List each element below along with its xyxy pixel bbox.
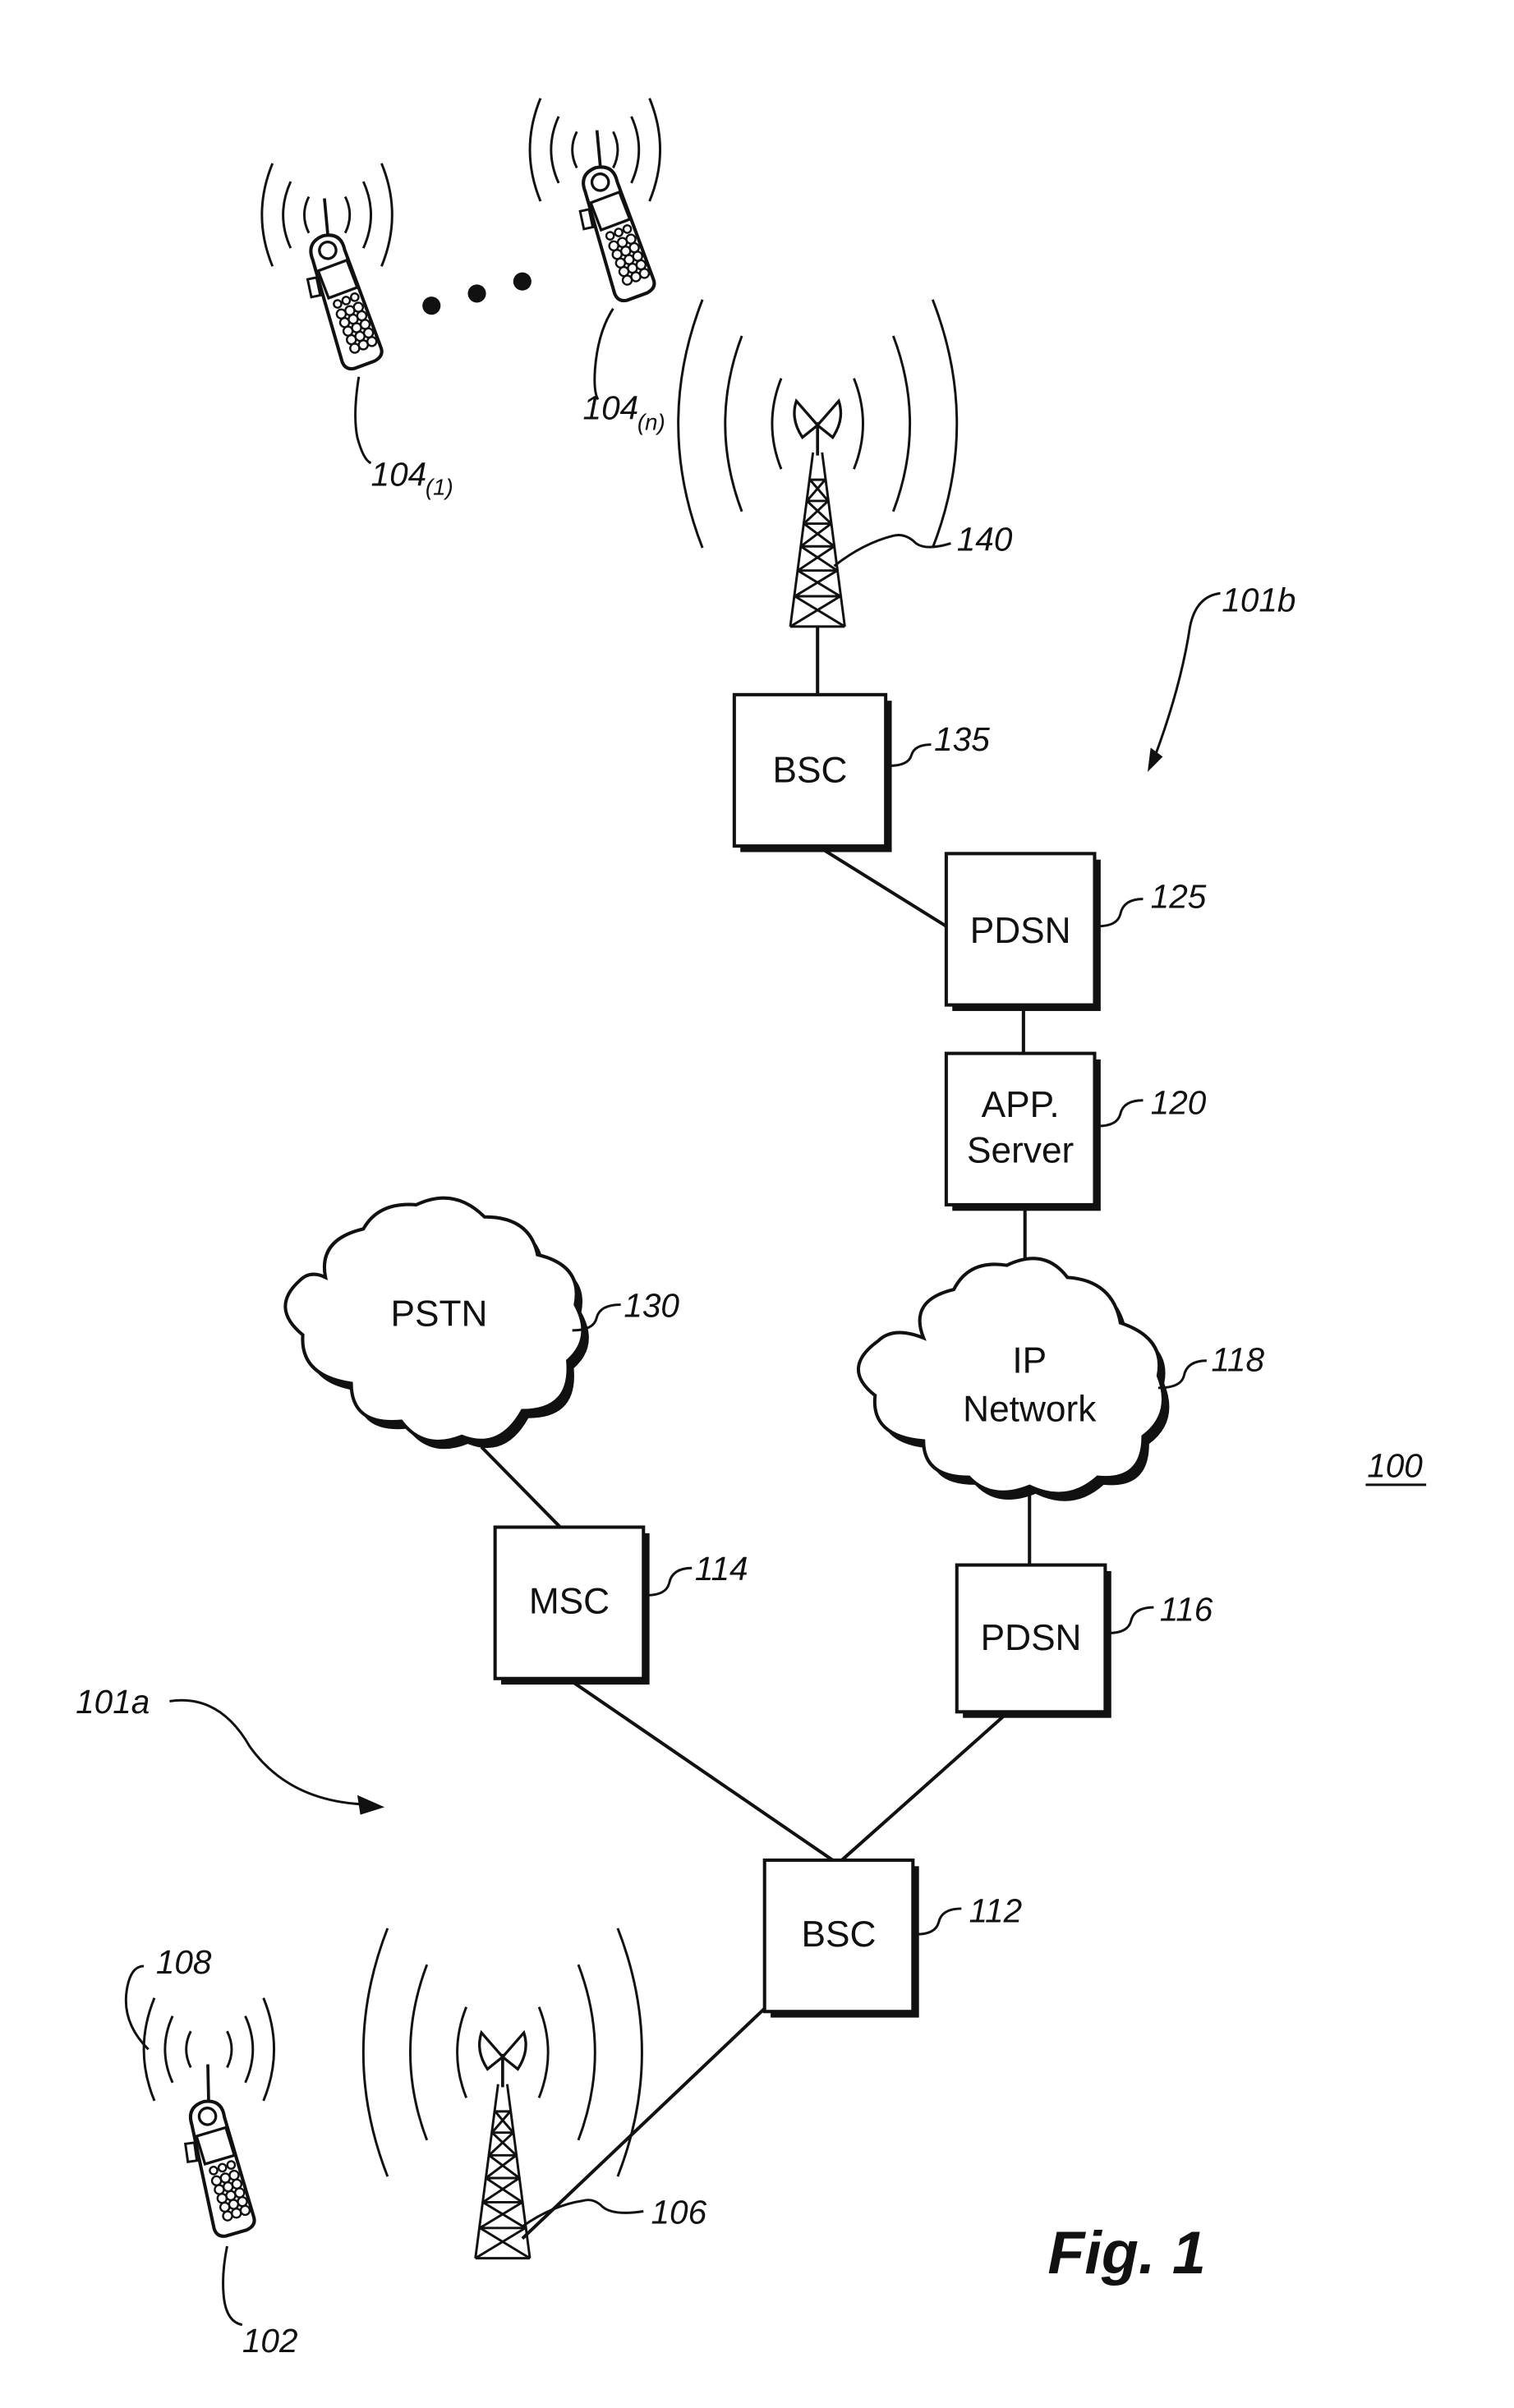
bsc-112: BSC 112 [762, 1858, 1023, 2018]
network-101b-indicator: 101b [1147, 581, 1295, 772]
link-msc114-bsc112 [566, 1677, 834, 1862]
network-diagram: 104 (1) 104 (n) 140 101b BSC 135 PDSN 12… [76, 97, 1427, 2360]
app-server-120-box [944, 1051, 1097, 1206]
pdsn-125-label: PDSN [970, 911, 1071, 951]
pdsn-125: PDSN 125 [944, 852, 1207, 1012]
ref-label-112: 112 [969, 1892, 1023, 1930]
ref-label-130: 130 [624, 1286, 679, 1324]
ref-label-104-1: 104 [371, 455, 427, 493]
tower-signal-waves-icon [361, 1927, 643, 2178]
ref-label-101b: 101b [1222, 581, 1295, 618]
mobile-station-102: 108 102 [124, 1943, 298, 2360]
pdsn-116-label: PDSN [981, 1618, 1082, 1658]
figure-title: Fig. 1 [1047, 2218, 1206, 2286]
arrowhead-icon [357, 1795, 385, 1815]
ref-label-106: 106 [651, 2193, 706, 2231]
ref-label-116: 116 [1160, 1591, 1213, 1629]
ref-label-101a: 101a [76, 1683, 150, 1721]
system-reference-100: 100 [1365, 1447, 1427, 1487]
base-station-tower-106: 106 [361, 1927, 707, 2260]
link-pdsn116-bsc112 [840, 1712, 1008, 1862]
bsc-135-label: BSC [773, 751, 848, 791]
ip-network-118: IP Network 118 [856, 1257, 1264, 1501]
phone-icon [175, 2061, 256, 2240]
network-101a-indicator: 101a [76, 1683, 385, 1815]
ref-label-104-n: 104 [583, 388, 639, 426]
ellipsis-dots [422, 272, 532, 315]
app-server-120-label-line2: Server [967, 1130, 1074, 1170]
ref-label-118: 118 [1211, 1341, 1264, 1379]
arrowhead-icon [1147, 747, 1163, 772]
ref-label-135: 135 [934, 720, 990, 758]
phone-icon [564, 125, 656, 306]
bsc-112-label: BSC [802, 1914, 877, 1955]
mobile-station-104-1: 104 (1) [260, 162, 453, 500]
pstn-130: PSTN 130 [283, 1196, 679, 1450]
link-pstn130-msc114 [480, 1445, 565, 1532]
ref-label-114: 114 [695, 1550, 748, 1588]
ref-sublabel-104-1: (1) [426, 475, 453, 500]
msc-114: MSC 114 [493, 1525, 748, 1685]
ref-label-140: 140 [957, 521, 1013, 558]
link-bsc135-pdsn125 [817, 844, 947, 928]
ref-label-102: 102 [242, 2322, 298, 2360]
bsc-135: BSC 135 [732, 692, 990, 852]
ip-network-118-label-line1: IP [1012, 1340, 1047, 1381]
mobile-station-104-n: 104 (n) [528, 97, 665, 434]
cloud-icon [856, 1257, 1166, 1496]
tower-icon [789, 399, 847, 628]
app-server-120: APP. Server 120 [944, 1051, 1207, 1211]
ref-sublabel-104-n: (n) [637, 409, 665, 434]
ref-label-125: 125 [1151, 878, 1207, 916]
pdsn-116: PDSN 116 [955, 1563, 1213, 1718]
ref-label-100: 100 [1367, 1447, 1423, 1485]
msc-114-label: MSC [529, 1582, 610, 1622]
base-station-tower-140: 140 [677, 298, 1013, 628]
ref-label-108: 108 [156, 1943, 212, 1981]
link-bsc112-tower106 [521, 2007, 766, 2240]
ref-label-120: 120 [1151, 1083, 1207, 1121]
ip-network-118-label-line2: Network [963, 1389, 1097, 1429]
app-server-120-label-line1: APP. [982, 1085, 1060, 1125]
pstn-130-label: PSTN [391, 1294, 488, 1334]
tower-icon [473, 2031, 532, 2260]
